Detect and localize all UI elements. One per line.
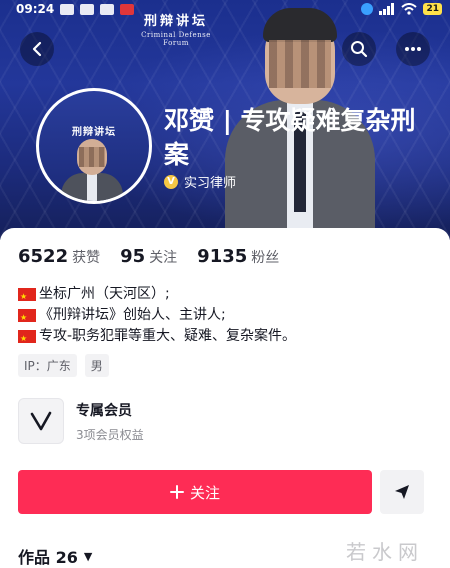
profile-tags: IP：广东 男 [18,354,109,377]
follow-button-label: 关注 [189,483,220,502]
stat-number: 95 [120,246,146,267]
battery-indicator: 21 [423,3,442,15]
alarm-icon [361,3,374,15]
notification-icon [120,3,135,15]
profile-card: 6522 获赞 95 关注 9135 粉丝 坐标广州（天河区）; 《刑辩讲坛》创… [0,228,450,568]
share-button[interactable] [380,470,424,514]
more-button[interactable] [396,32,430,66]
stats-row: 6522 获赞 95 关注 9135 粉丝 [18,246,279,267]
membership-v-icon [30,411,52,431]
china-flag-icon [18,307,36,328]
bio-line: 《刑辩讲坛》创始人、主讲人; [18,305,296,328]
ip-location-tag: IP：广东 [18,354,77,377]
avatar-logo-text: 刑辩讲坛 [72,127,116,138]
works-tab[interactable]: 作品 26 ▼ [18,544,92,568]
stat-following[interactable]: 95 关注 [120,246,177,267]
stat-number: 9135 [197,246,248,267]
search-button[interactable] [342,32,376,66]
bio-text: 坐标广州（天河区）; [39,286,170,302]
plus-icon [169,485,184,499]
signal-icon [379,3,395,15]
stat-label: 关注 [149,250,178,266]
badge-label: 实习律师 [184,176,237,191]
china-flag-icon [18,286,36,307]
stat-number: 6522 [18,246,69,267]
back-button[interactable] [20,32,54,66]
notification-icon [80,3,95,15]
more-icon [405,47,421,51]
china-flag-icon [18,328,36,349]
status-time: 09:24 [16,2,55,16]
caret-down-icon: ▼ [83,549,93,563]
stat-followers[interactable]: 9135 粉丝 [197,246,279,267]
chevron-left-icon [32,41,42,57]
works-label: 作品 26 [18,548,78,567]
profile-name: 邓赟 | 专攻疑难复杂刑案 [164,106,416,169]
stat-label: 粉丝 [251,250,280,266]
bio-line: 坐标广州（天河区）; [18,284,296,307]
profile-bio: 坐标广州（天河区）; 《刑辩讲坛》创始人、主讲人; 专攻-职务犯罪等重大、疑难、… [18,284,297,349]
send-icon [395,485,409,499]
bio-text: 专攻-职务犯罪等重大、疑难、复杂案件。 [39,328,297,344]
stat-likes[interactable]: 6522 获赞 [18,246,100,267]
membership-title: 专属会员 [76,402,132,419]
watermark-text: 若水网 [346,540,424,564]
status-bar: 09:24 21 [0,0,450,18]
verification-badge: V 实习律师 [164,172,236,191]
follow-button[interactable]: 关注 [18,470,372,514]
wifi-icon [401,3,418,15]
avatar[interactable]: 刑辩讲坛 [36,88,152,204]
notification-icon [100,3,115,15]
stat-label: 获赞 [72,250,101,266]
membership-subtitle: 3项会员权益 [76,427,144,442]
bio-text: 《刑辩讲坛》创始人、主讲人; [39,307,226,323]
avatar-face-mosaic [79,147,105,167]
avatar-shirt [87,173,97,201]
gender-tag: 男 [84,354,109,377]
membership-icon-box [18,398,64,444]
search-icon [351,41,368,58]
verified-icon: V [164,174,178,189]
notification-icon [60,3,75,15]
face-mosaic [269,40,331,88]
membership-entry[interactable]: 专属会员 3项会员权益 [18,398,144,444]
bio-line: 专攻-职务犯罪等重大、疑难、复杂案件。 [18,326,297,349]
banner-logo-subtitle: Criminal Defense Forum [141,31,211,47]
